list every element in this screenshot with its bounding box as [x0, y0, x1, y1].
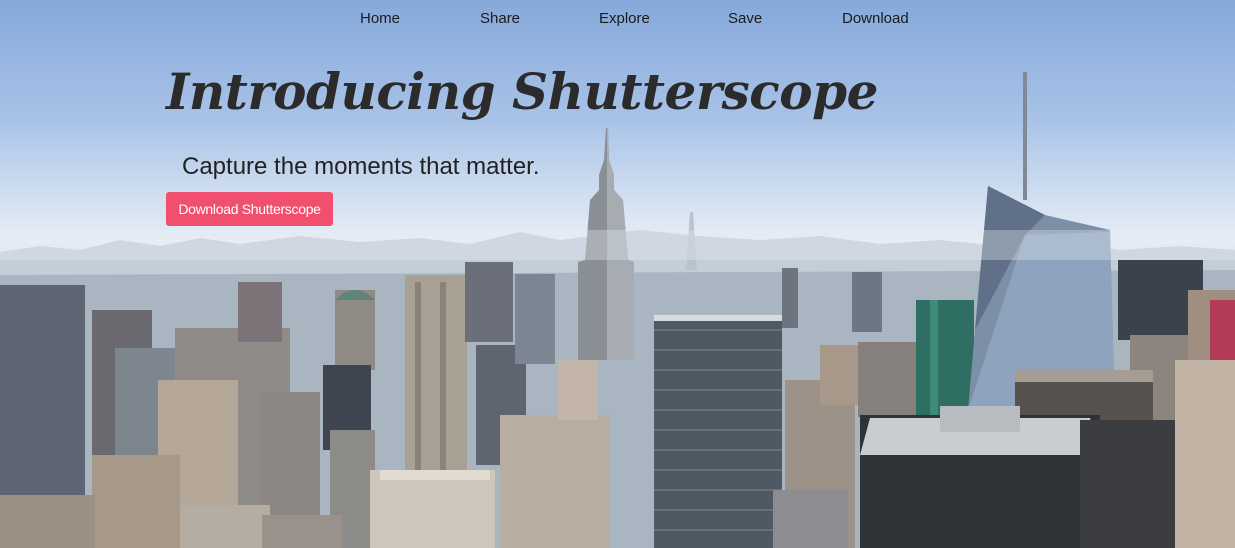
nav-link-explore[interactable]: Explore	[599, 10, 650, 27]
nav-link-home[interactable]: Home	[360, 10, 400, 27]
nav-link-download[interactable]: Download	[842, 10, 909, 27]
hero-title: Introducing Shutterscope	[166, 62, 878, 121]
top-navigation: Home Share Explore Save Download	[0, 0, 1235, 40]
download-shutterscope-button[interactable]: Download Shutterscope	[166, 192, 333, 226]
hero-section: Home Share Explore Save Download Introdu…	[0, 0, 1235, 548]
nav-link-share[interactable]: Share	[480, 10, 520, 27]
hero-subtitle: Capture the moments that matter.	[182, 153, 540, 180]
nav-link-save[interactable]: Save	[728, 10, 762, 27]
